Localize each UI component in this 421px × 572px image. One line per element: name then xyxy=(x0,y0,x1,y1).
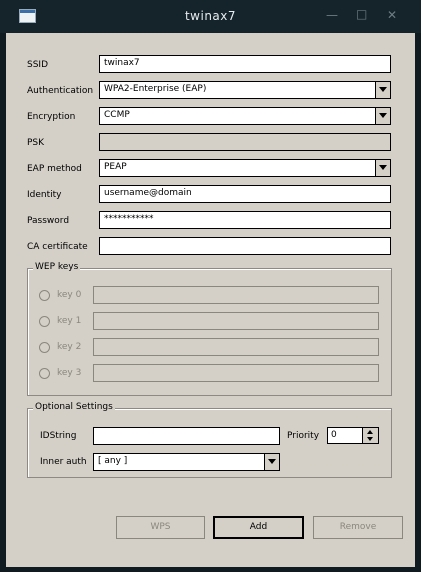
wep-key-0-input[interactable] xyxy=(93,286,379,304)
wep-key-row: key 2 xyxy=(28,338,391,358)
identity-label: Identity xyxy=(27,190,62,200)
psk-label: PSK xyxy=(27,138,45,148)
wep-key-2-label: key 2 xyxy=(57,342,82,352)
minimize-icon[interactable]: — xyxy=(326,8,338,22)
wep-key-2-input[interactable] xyxy=(93,338,379,356)
wep-key-1-input[interactable] xyxy=(93,312,379,330)
priority-label: Priority xyxy=(287,431,320,441)
dialog-body: SSID twinax7 Authentication WPA2-Enterpr… xyxy=(6,33,415,567)
encryption-select[interactable]: CCMP xyxy=(99,107,391,125)
eap-method-value: PEAP xyxy=(104,162,127,172)
password-input[interactable]: *********** xyxy=(99,211,391,229)
eap-method-select[interactable]: PEAP xyxy=(99,159,391,177)
identity-input[interactable]: username@domain xyxy=(99,185,391,203)
wep-key-row: key 3 xyxy=(28,364,391,384)
maximize-icon[interactable]: □ xyxy=(356,7,367,21)
chevron-down-icon[interactable] xyxy=(375,160,390,176)
idstring-input[interactable] xyxy=(93,427,280,445)
inner-auth-label: Inner auth xyxy=(40,457,87,467)
idstring-label: IDString xyxy=(40,431,77,441)
wep-keys-title: WEP keys xyxy=(33,262,81,272)
wps-button[interactable]: WPS xyxy=(116,516,205,539)
psk-input[interactable] xyxy=(99,133,391,151)
optional-settings-title: Optional Settings xyxy=(33,402,115,412)
authentication-select[interactable]: WPA2-Enterprise (EAP) xyxy=(99,81,391,99)
chevron-down-icon[interactable] xyxy=(264,454,279,470)
wep-key-3-input[interactable] xyxy=(93,364,379,382)
add-button[interactable]: Add xyxy=(213,516,304,539)
authentication-label: Authentication xyxy=(27,86,94,96)
close-icon[interactable]: ✕ xyxy=(387,8,397,22)
priority-stepper[interactable]: 0 xyxy=(327,427,379,444)
wep-key-row: key 0 xyxy=(28,286,391,306)
wep-key-0-radio[interactable] xyxy=(39,290,50,301)
ca-certificate-label: CA certificate xyxy=(27,242,88,252)
wep-key-1-radio[interactable] xyxy=(39,316,50,327)
password-label: Password xyxy=(27,216,70,226)
stepper-buttons[interactable] xyxy=(362,428,378,443)
stepper-up-icon[interactable] xyxy=(367,430,373,434)
wep-key-3-label: key 3 xyxy=(57,368,82,378)
wep-key-0-label: key 0 xyxy=(57,290,82,300)
encryption-label: Encryption xyxy=(27,112,76,122)
wep-key-1-label: key 1 xyxy=(57,316,82,326)
eap-method-label: EAP method xyxy=(27,164,82,174)
inner-auth-value: [ any ] xyxy=(98,456,128,466)
wep-key-row: key 1 xyxy=(28,312,391,332)
ssid-input[interactable]: twinax7 xyxy=(99,55,391,73)
wep-keys-group: WEP keys key 0 key 1 key 2 key 3 xyxy=(27,262,392,396)
wep-key-2-radio[interactable] xyxy=(39,342,50,353)
encryption-value: CCMP xyxy=(104,110,130,120)
wep-key-3-radio[interactable] xyxy=(39,368,50,379)
inner-auth-select[interactable]: [ any ] xyxy=(93,453,280,471)
chevron-down-icon[interactable] xyxy=(375,82,390,98)
remove-button[interactable]: Remove xyxy=(313,516,403,539)
stepper-down-icon[interactable] xyxy=(367,437,373,441)
chevron-down-icon[interactable] xyxy=(375,108,390,124)
ssid-label: SSID xyxy=(27,60,49,70)
priority-value: 0 xyxy=(331,430,337,440)
ca-certificate-input[interactable] xyxy=(99,237,391,255)
title-bar: twinax7 — □ ✕ xyxy=(0,0,421,33)
authentication-value: WPA2-Enterprise (EAP) xyxy=(104,84,207,94)
